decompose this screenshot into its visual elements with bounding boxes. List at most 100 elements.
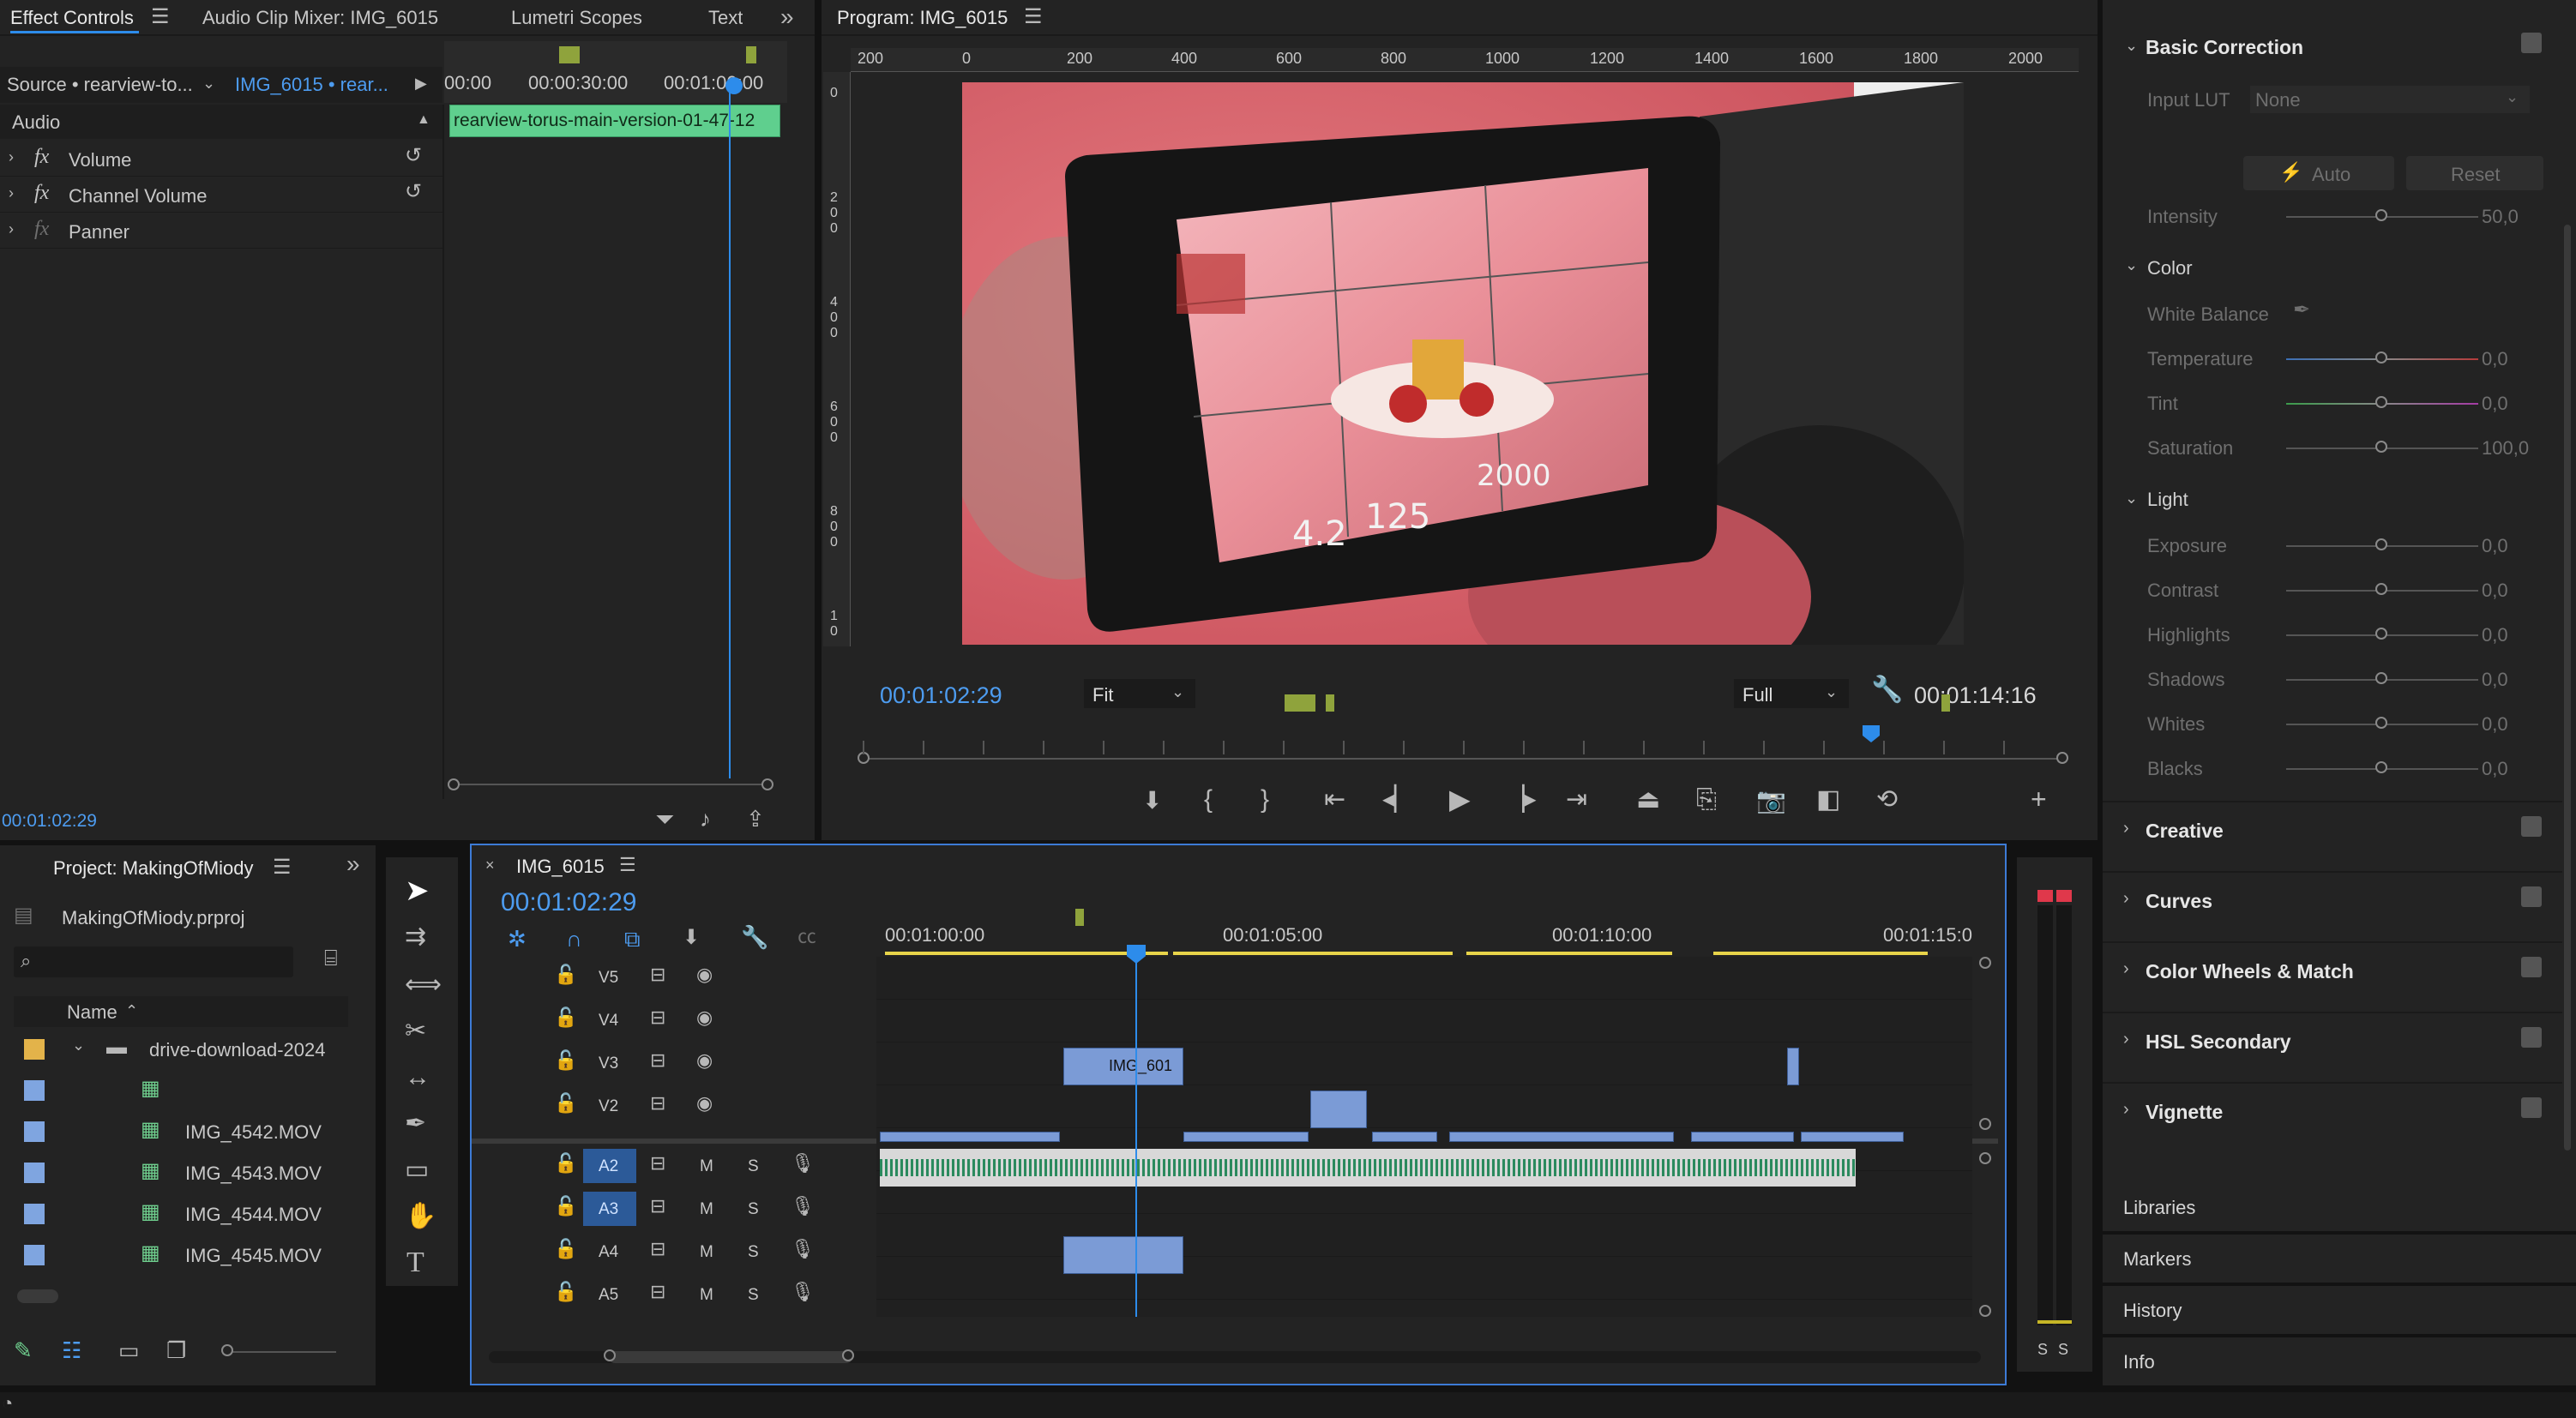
video-clip[interactable]: IMG_601 [1063,1048,1183,1085]
nest-icon[interactable]: ✲ [508,928,527,950]
label-color-swatch[interactable] [24,1245,45,1265]
program-timecode[interactable]: 00:01:02:29 [880,682,1002,709]
go-to-out-icon[interactable]: ⇥ [1566,787,1587,813]
video-clip[interactable] [1310,1091,1367,1128]
wrench-icon[interactable]: 🔧 [741,926,768,948]
program-scrubber[interactable] [863,758,2063,760]
list-item[interactable]: ▦ IMG_4542.MOV [14,1111,348,1151]
slider-knob[interactable] [2375,351,2387,364]
slip-tool-icon[interactable]: ↔ [405,1065,430,1091]
source-label[interactable]: Source • rearview-to... [7,74,193,96]
list-item[interactable]: ▦ IMG_4544.MOV [14,1193,348,1233]
eyedropper-icon[interactable]: ✒ [2293,300,2310,321]
chevron-down-icon[interactable]: ⌄ [202,75,215,91]
toggle-proxies-icon[interactable]: ⟲ [1876,787,1898,813]
step-forward-icon[interactable]: ▕▸ [1506,787,1537,811]
scroll-handle[interactable] [604,1349,616,1361]
solo-button[interactable]: S [2058,1341,2068,1359]
play-triangle-icon[interactable]: ▶ [415,75,427,91]
comparison-view-icon[interactable]: ◧ [1816,787,1840,813]
captions-icon[interactable]: ㏄ [797,928,816,946]
slider-value[interactable]: 0,0 [2482,713,2508,736]
play-audio-icon[interactable]: ♪ [700,808,711,830]
tab-history[interactable]: History [2103,1286,2576,1334]
menu-icon[interactable]: ☰ [273,857,292,878]
slider-knob[interactable] [2375,209,2387,221]
fit-dropdown[interactable]: Fit ⌄ [1084,679,1195,708]
collapse-icon[interactable]: ▲ [417,113,430,127]
chevron-down-icon[interactable]: ⌄ [2125,490,2138,506]
freeform-view-icon[interactable]: ❐ [166,1339,186,1361]
marker[interactable] [1326,694,1334,712]
sync-lock-icon[interactable]: ⊟ [650,1283,665,1301]
track-select-icon[interactable]: ⇉ [405,924,426,950]
label-color-swatch[interactable] [24,1121,45,1142]
mute-button[interactable]: M [700,1286,713,1305]
microphone-icon[interactable]: 🎙 [791,1154,815,1173]
lumetri-scrollbar[interactable] [2564,225,2571,1151]
clip-label[interactable]: IMG_6015 • rear... [235,74,388,96]
section-creative[interactable]: › Creative [2103,801,2562,852]
lock-icon[interactable]: 🔓 [554,1154,577,1173]
mute-button[interactable]: M [700,1157,713,1176]
slider-knob[interactable] [221,1344,233,1356]
chevron-right-icon[interactable]: › [9,185,14,201]
zoom-slider[interactable] [230,1351,336,1353]
tab-audio-clip-mixer[interactable]: Audio Clip Mixer: IMG_6015 [202,7,438,29]
microphone-icon[interactable]: 🎙 [791,1240,815,1259]
section-hsl-secondary[interactable]: › HSL Secondary [2103,1012,2562,1063]
snap-magnet-icon[interactable]: ∩ [566,928,582,950]
section-checkbox[interactable] [2521,816,2542,837]
reset-button[interactable]: Reset [2406,156,2543,190]
tab-text[interactable]: Text [708,7,743,29]
rectangle-tool-icon[interactable]: ▭ [405,1157,429,1183]
camera-icon[interactable]: 📷 [1756,789,1786,813]
chevron-right-icon[interactable]: › [9,221,14,237]
input-lut-dropdown[interactable]: None ⌄ [2250,86,2530,113]
program-playhead[interactable] [1863,725,1880,742]
sequence-tab[interactable]: IMG_6015 [516,856,605,878]
slider-knob[interactable] [2375,761,2387,773]
tab-libraries[interactable]: Libraries [2103,1183,2576,1231]
sync-lock-icon[interactable]: ⊟ [650,1154,665,1173]
sync-lock-icon[interactable]: ⊟ [650,1240,665,1259]
video-clip[interactable] [1449,1132,1674,1142]
slider-knob[interactable] [2375,538,2387,550]
slider-knob[interactable] [2375,628,2387,640]
slider-value[interactable]: 0,0 [2482,580,2508,602]
program-title[interactable]: Program: IMG_6015 [837,7,1008,29]
mark-out-icon[interactable]: } [1261,787,1269,813]
solo-button[interactable]: S [2037,1341,2048,1359]
lock-icon[interactable]: 🔓 [554,1240,577,1259]
status-icon[interactable]: ◔ [2,1394,13,1413]
light-section-title[interactable]: Light [2147,489,2188,511]
basic-correction-checkbox[interactable] [2521,33,2542,53]
tab-info[interactable]: Info [2103,1337,2576,1385]
basic-correction-title[interactable]: Basic Correction [2146,36,2303,59]
label-color-swatch[interactable] [24,1163,45,1183]
timeline-timecode[interactable]: 00:01:02:29 [501,888,636,917]
slider-knob[interactable] [2375,396,2387,408]
panel-gutter[interactable] [815,0,822,840]
zoom-scrollbar[interactable] [451,784,773,785]
solo-button[interactable]: S [748,1286,759,1305]
project-title[interactable]: Project: MakingOfMiody [53,857,254,880]
video-clip[interactable] [1372,1132,1437,1142]
tab-markers[interactable]: Markers [2103,1235,2576,1283]
microphone-icon[interactable]: 🎙 [791,1197,815,1216]
mute-button[interactable]: M [700,1243,713,1262]
sync-lock-icon[interactable]: ⊟ [650,965,665,984]
eye-icon[interactable]: ◉ [696,1008,713,1027]
marker[interactable] [559,46,580,63]
vertical-scroll-handle[interactable] [1979,957,1991,969]
list-item[interactable]: ▦ [14,1070,348,1109]
pen-tool-icon[interactable]: ✒ [405,1111,426,1137]
video-clip[interactable] [880,1132,1060,1142]
lock-icon[interactable]: 🔓 [554,1283,577,1301]
effect-row-channel-volume[interactable]: › fx Channel Volume ↺ [0,177,442,213]
tab-lumetri-scopes[interactable]: Lumetri Scopes [511,7,642,29]
tab-effect-controls[interactable]: Effect Controls [10,7,134,29]
slider-value[interactable]: 0,0 [2482,624,2508,646]
ec-timecode[interactable]: 00:01:02:29 [2,811,97,832]
vertical-scroll-handle[interactable] [1979,1118,1991,1130]
